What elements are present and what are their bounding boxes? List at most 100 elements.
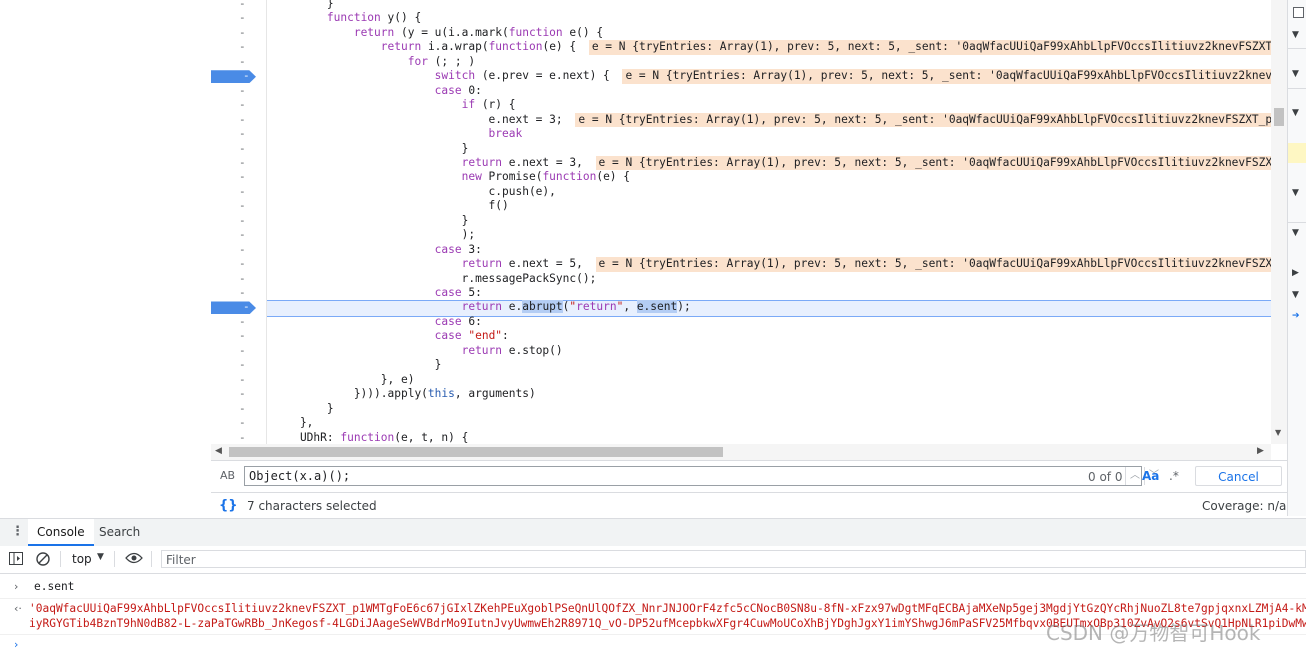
code-line[interactable]: - for (; ; ) [211,55,1271,69]
line-marker[interactable]: - [239,315,249,329]
search-input[interactable]: Object(x.a)(); 0 of 0 ︿ ﹀ [244,466,1159,486]
filter-input[interactable]: Filter [161,550,1306,568]
code-line[interactable]: - return (y = u(i.a.mark(function e() { [211,26,1271,40]
code-line[interactable]: - case 0: [211,84,1271,98]
line-marker[interactable]: - [239,142,249,156]
chevron-down-icon[interactable]: ▼ [97,552,104,562]
tab-search[interactable]: Search [99,519,140,546]
pretty-print-button[interactable]: {} [219,498,238,513]
code-line[interactable]: - c.push(e), [211,185,1271,199]
code-line[interactable]: - } [211,214,1271,228]
chevron-down-icon[interactable]: ▼ [1292,30,1299,40]
code-line[interactable]: - } [211,358,1271,372]
line-marker[interactable]: - [239,170,249,184]
line-marker[interactable]: - [239,243,249,257]
code-line[interactable]: - return e.stop() [211,344,1271,358]
line-marker[interactable]: - [239,344,249,358]
line-marker[interactable]: - [239,257,249,271]
code-line[interactable]: - UDhR: function(e, t, n) { [211,431,1271,445]
match-case-button[interactable]: Aa [1142,469,1159,483]
tab-console[interactable]: Console [28,519,94,546]
code-line[interactable]: - if (r) { [211,98,1271,112]
line-marker[interactable]: - [239,431,249,445]
line-marker[interactable]: - [239,127,249,141]
scroll-left-icon[interactable]: ◀ [215,446,222,456]
inline-variable-value[interactable]: e = N {tryEntries: Array(1), prev: 5, ne… [595,155,1277,171]
code-editor[interactable]: - } - function y() {- return (y = u(i.a.m… [211,0,1287,444]
inline-variable-value[interactable]: e = N {tryEntries: Array(1), prev: 5, ne… [622,69,1277,84]
line-marker[interactable]: - [239,387,249,401]
inline-variable-value[interactable]: e = N {tryEntries: Array(1), prev: 5, ne… [575,112,1277,127]
code-line[interactable]: - switch (e.prev = e.next) {e = N {tryEn… [211,69,1277,84]
console-result[interactable]: '0aqWfacUUiQaF99xAhbLlpFVOccsIlitiuvz2kn… [29,602,1306,615]
context-selector[interactable]: top [72,552,92,566]
code-line[interactable]: - function y() { [211,11,1271,25]
code-line[interactable]: - } [211,0,1271,11]
line-marker[interactable]: - [239,286,249,300]
line-marker[interactable]: - [239,0,249,11]
sidebar-toggle-icon[interactable] [9,552,23,569]
line-marker[interactable]: - [243,300,250,314]
code-line[interactable]: - }))).apply(this, arguments) [211,387,1271,401]
code-line[interactable]: - } [211,402,1271,416]
inline-variable-value[interactable]: e = N {tryEntries: Array(1), prev: 5, ne… [595,257,1277,272]
chevron-down-icon[interactable]: ▼ [1292,188,1299,198]
scroll-thumb[interactable] [229,447,723,457]
line-marker[interactable]: - [239,84,249,98]
scroll-thumb[interactable] [1274,108,1284,126]
code-line[interactable]: - return i.a.wrap(function(e) {e = N {tr… [211,40,1277,55]
cancel-button[interactable]: Cancel [1195,466,1282,486]
checkbox[interactable] [1293,7,1304,18]
line-marker[interactable]: - [239,416,249,430]
editor-vertical-scrollbar[interactable]: ▼ [1271,0,1287,444]
code-line[interactable]: - new Promise(function(e) { [211,170,1271,184]
scroll-down-icon[interactable]: ▼ [1275,428,1281,437]
line-marker[interactable]: - [239,156,249,170]
code-line[interactable]: - ); [211,228,1271,242]
line-marker[interactable]: - [239,55,249,69]
line-marker[interactable]: - [239,228,249,242]
search-replace-toggle-icon[interactable]: AB [220,469,235,482]
chevron-down-icon[interactable]: ▼ [1292,228,1299,238]
line-marker[interactable]: - [243,69,250,83]
line-marker[interactable]: - [239,373,249,387]
code-line[interactable]: - break [211,127,1271,141]
line-marker[interactable]: - [239,272,249,286]
more-icon[interactable]: ⋮ [11,524,24,539]
editor-horizontal-scrollbar[interactable]: ◀ ▶ [211,444,1271,460]
line-marker[interactable]: - [239,358,249,372]
regex-button[interactable]: .* [1169,469,1179,483]
chevron-right-icon[interactable]: ▶ [1292,268,1299,278]
code-line[interactable]: - e.next = 3; e = N {tryEntries: Array(1)… [211,112,1277,127]
line-marker[interactable]: - [239,214,249,228]
eye-icon[interactable] [125,552,143,568]
code-line[interactable]: - return e.next = 5, e = N {tryEntries: A… [211,257,1277,272]
code-line[interactable]: - return e.abrupt("return", e.sent); [211,300,1271,315]
line-marker[interactable]: - [239,98,249,112]
console-prompt-icon[interactable]: › [14,638,18,651]
code-line[interactable]: - }, e) [211,373,1271,387]
chevron-down-icon[interactable]: ▼ [1292,69,1299,79]
chevron-down-icon[interactable]: ▼ [1292,290,1299,300]
code-line[interactable]: - } [211,142,1271,156]
line-marker[interactable]: - [239,26,249,40]
chevron-down-icon[interactable]: ▼ [1292,108,1299,118]
inline-variable-value[interactable]: e = N {tryEntries: Array(1), prev: 5, ne… [588,40,1277,55]
line-marker[interactable]: - [239,185,249,199]
line-marker[interactable]: - [239,113,249,127]
line-marker[interactable]: - [239,199,249,213]
code-line[interactable]: - case 3: [211,243,1271,257]
line-marker[interactable]: - [239,11,249,25]
code-line[interactable]: - f() [211,199,1271,213]
line-marker[interactable]: - [239,402,249,416]
scroll-right-icon[interactable]: ▶ [1257,446,1264,456]
line-marker[interactable]: - [239,40,249,54]
code-line[interactable]: - case "end": [211,329,1271,343]
search-query[interactable]: Object(x.a)(); [249,469,350,483]
line-marker[interactable]: - [239,329,249,343]
code-line[interactable]: - return e.next = 3, e = N {tryEntries: A… [211,155,1277,171]
code-line[interactable]: - case 6: [211,315,1271,329]
code-line[interactable]: - r.messagePackSync(); [211,272,1271,286]
code-line[interactable]: - case 5: [211,286,1271,300]
code-line[interactable]: - }, [211,416,1271,430]
